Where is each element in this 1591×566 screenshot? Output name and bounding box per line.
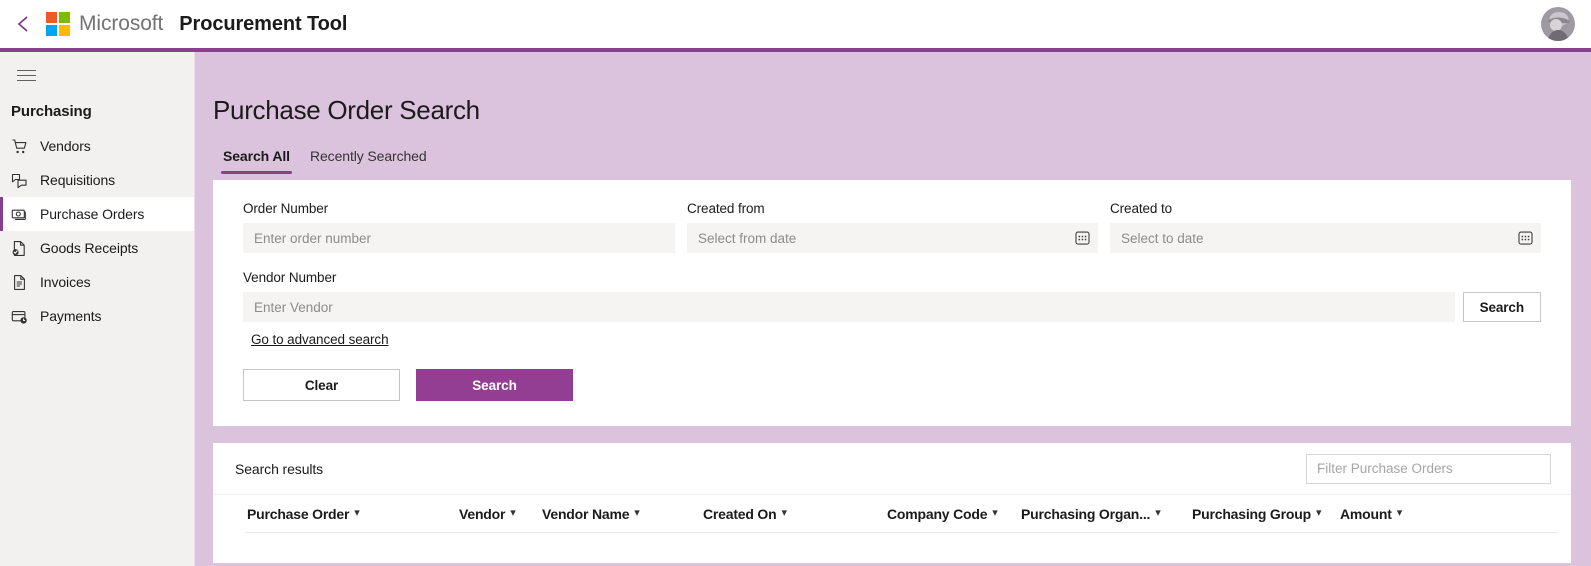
- microsoft-logo-icon: [46, 12, 70, 36]
- form-actions: Clear Search: [243, 369, 1541, 401]
- created-to-input[interactable]: [1110, 223, 1541, 253]
- invoice-document-icon: [11, 274, 28, 291]
- sidebar-item-label: Vendors: [40, 138, 91, 154]
- chevron-left-icon: [17, 16, 28, 32]
- vendor-number-label: Vendor Number: [243, 270, 337, 285]
- column-header-label: Vendor Name: [542, 505, 630, 522]
- requisition-documents-icon: [11, 172, 28, 189]
- created-from-label: Created from: [687, 201, 765, 216]
- search-results-title: Search results: [235, 460, 324, 477]
- search-form-card: Order Number Created from: [213, 180, 1571, 426]
- clear-button[interactable]: Clear: [243, 369, 400, 401]
- chevron-down-icon: ▾: [634, 507, 640, 519]
- document-check-icon: [11, 240, 28, 257]
- column-header-vendor[interactable]: Vendor ▾: [459, 506, 542, 522]
- column-header-vendor-name[interactable]: Vendor Name ▾: [542, 506, 703, 522]
- order-number-label: Order Number: [243, 201, 329, 216]
- column-header-label: Vendor: [459, 505, 506, 522]
- hamburger-icon[interactable]: [6, 57, 46, 93]
- order-number-input[interactable]: [243, 223, 675, 253]
- column-header-label: Purchasing Group: [1192, 505, 1311, 522]
- created-to-field-group: Created to: [1110, 201, 1541, 253]
- sidebar-item-goods-receipts[interactable]: Goods Receipts: [0, 231, 194, 265]
- sidebar-item-label: Goods Receipts: [40, 240, 139, 256]
- calendar-icon[interactable]: [1517, 230, 1534, 247]
- column-header-label: Purchasing Organ...: [1021, 505, 1151, 522]
- column-header-purchasing-organization[interactable]: Purchasing Organ... ▾: [1021, 506, 1192, 522]
- sidebar-item-payments[interactable]: Payments: [0, 299, 194, 333]
- column-header-created-on[interactable]: Created On ▾: [703, 506, 887, 522]
- back-button[interactable]: [6, 7, 40, 41]
- results-table-header: Purchase Order ▾ Vendor ▾ Vendor Name ▾ …: [213, 494, 1571, 532]
- created-from-input[interactable]: [687, 223, 1098, 253]
- sidebar-item-label: Invoices: [40, 274, 91, 290]
- advanced-search-link[interactable]: Go to advanced search: [251, 332, 389, 347]
- search-results-card: Search results Purchase Order ▾ Vendor ▾…: [213, 443, 1571, 563]
- page-title: Purchase Order Search: [213, 95, 480, 125]
- column-header-purchasing-group[interactable]: Purchasing Group ▾: [1192, 506, 1340, 522]
- vendor-number-row: Vendor Number Search: [243, 270, 1541, 322]
- tab-search-all[interactable]: Search All: [213, 148, 300, 174]
- search-results-header: Search results: [213, 443, 1571, 494]
- wallet-clock-icon: [11, 308, 28, 325]
- column-header-company-code[interactable]: Company Code ▾: [887, 506, 1021, 522]
- money-stack-icon: [11, 206, 28, 223]
- vendor-search-button[interactable]: Search: [1462, 292, 1541, 322]
- created-from-field-group: Created from: [687, 201, 1098, 253]
- sidebar-item-purchase-orders[interactable]: Purchase Orders: [0, 197, 194, 231]
- search-button[interactable]: Search: [416, 369, 573, 401]
- search-fields-row: Order Number Created from: [243, 201, 1541, 253]
- sidebar-item-label: Purchase Orders: [40, 206, 145, 222]
- column-header-label: Purchase Order: [247, 505, 350, 522]
- filter-purchase-orders-input[interactable]: [1306, 453, 1551, 484]
- chevron-down-icon: ▾: [1155, 507, 1161, 519]
- chevron-down-icon: ▾: [510, 507, 516, 519]
- calendar-icon[interactable]: [1074, 230, 1091, 247]
- column-header-amount[interactable]: Amount ▾: [1340, 506, 1402, 522]
- vendor-number-field-group: Vendor Number: [243, 270, 1455, 322]
- tab-bar: Search All Recently Searched: [195, 148, 1591, 174]
- created-to-label: Created to: [1110, 201, 1173, 216]
- column-header-label: Company Code: [887, 505, 988, 522]
- avatar[interactable]: [1541, 7, 1575, 41]
- sidebar-item-invoices[interactable]: Invoices: [0, 265, 194, 299]
- app-title: Procurement Tool: [179, 12, 348, 35]
- tab-recently-searched[interactable]: Recently Searched: [300, 148, 437, 174]
- chevron-down-icon: ▾: [781, 507, 787, 519]
- avatar-image: [1541, 7, 1575, 41]
- vendor-number-input[interactable]: [243, 292, 1455, 322]
- sidebar-item-label: Requisitions: [40, 172, 116, 188]
- chevron-down-icon: ▾: [1315, 507, 1322, 519]
- chevron-down-icon: ▾: [1396, 507, 1403, 519]
- column-header-label: Amount: [1340, 505, 1392, 522]
- order-number-field-group: Order Number: [243, 201, 675, 253]
- column-header-purchase-order[interactable]: Purchase Order ▾: [247, 506, 459, 522]
- top-app-bar: Microsoft Procurement Tool: [0, 0, 1591, 48]
- sidebar-item-label: Payments: [40, 308, 102, 324]
- results-table-body: [213, 533, 1571, 563]
- column-header-label: Created On: [703, 505, 777, 522]
- chevron-down-icon: ▾: [354, 507, 360, 519]
- microsoft-brand-text: Microsoft: [79, 12, 164, 35]
- sidebar-section-title: Purchasing: [11, 103, 92, 120]
- sidebar-item-vendors[interactable]: Vendors: [0, 129, 194, 163]
- shopping-cart-icon: [11, 138, 28, 155]
- chevron-down-icon: ▾: [992, 507, 998, 519]
- main-content: Purchase Order Search Search All Recentl…: [195, 52, 1591, 566]
- sidebar: Purchasing Vendors Requisitions Purchase…: [0, 52, 195, 566]
- sidebar-item-requisitions[interactable]: Requisitions: [0, 163, 194, 197]
